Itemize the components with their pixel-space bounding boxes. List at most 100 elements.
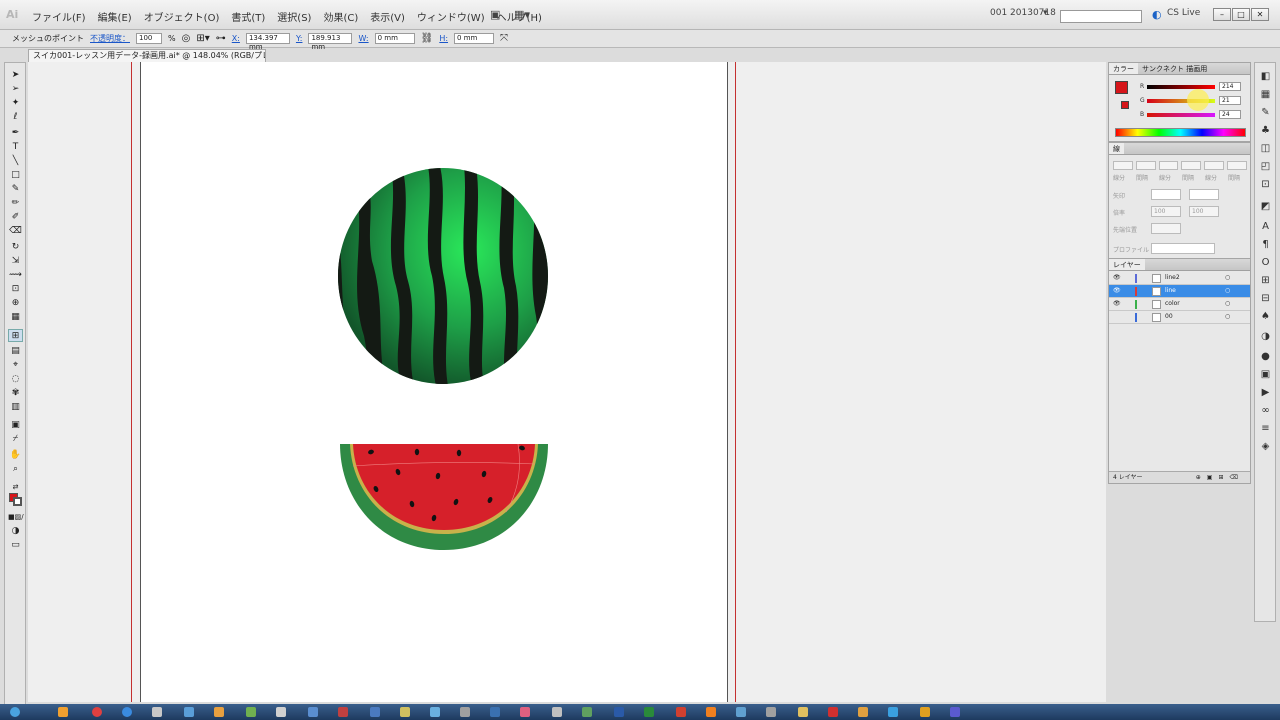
taskbar-app-icon[interactable]	[490, 707, 500, 717]
channel-b-slider[interactable]	[1147, 113, 1215, 117]
taskbar-app-icon[interactable]	[798, 707, 808, 717]
watermelon-slice[interactable]	[336, 442, 552, 554]
taskbar-app-icon[interactable]	[520, 707, 530, 717]
paragraph-icon[interactable]: ¶	[1258, 237, 1273, 252]
swatches-icon[interactable]: ▦	[1258, 87, 1273, 102]
graphic-styles-icon[interactable]: ◫	[1258, 141, 1273, 156]
width-tool-icon[interactable]: ⟿	[8, 269, 23, 282]
layer-row[interactable]: 👁 line ○	[1109, 285, 1250, 298]
screen-mode-icon[interactable]: ▭	[8, 539, 23, 552]
taskbar-ie-icon[interactable]	[122, 707, 132, 717]
transform-panel-icon[interactable]: ⊡	[1258, 177, 1273, 192]
scale-tool-icon[interactable]: ⇲	[8, 255, 23, 268]
start-button-icon[interactable]	[10, 707, 20, 717]
actions-icon[interactable]: ▶	[1258, 385, 1273, 400]
taskbar-acrobat-icon[interactable]	[828, 707, 838, 717]
layer-row[interactable]: 👁 line2 ○	[1109, 272, 1250, 285]
paintbrush-tool-icon[interactable]: ✎	[8, 183, 23, 196]
taskbar-folder-icon[interactable]	[58, 707, 68, 717]
taskbar-illustrator-icon[interactable]	[706, 707, 716, 717]
channel-r-input[interactable]: 214	[1219, 82, 1241, 91]
layer-row[interactable]: 👁 00 ○	[1109, 311, 1250, 324]
align-panel-icon[interactable]: ⊞	[1258, 273, 1273, 288]
minimize-button[interactable]: –	[1213, 8, 1231, 21]
link-proportions-icon[interactable]: ⛓	[421, 33, 434, 44]
taskbar-app-icon[interactable]	[736, 707, 746, 717]
target-circle-icon[interactable]: ○	[1225, 311, 1230, 323]
artboards-icon[interactable]: ▣	[1258, 367, 1273, 382]
workspace-chevron-icon[interactable]: ▾	[1043, 8, 1048, 18]
tab-stroke[interactable]: 線	[1109, 143, 1124, 154]
character-icon[interactable]: A	[1258, 219, 1273, 234]
arrange-docs-icon[interactable]: ▦▾	[514, 8, 530, 21]
profile-select[interactable]	[1151, 243, 1215, 254]
free-transform-tool-icon[interactable]: ⊡	[8, 283, 23, 296]
cslive-button[interactable]: CS Live	[1167, 8, 1200, 18]
color-guide-icon[interactable]: ◧	[1258, 69, 1273, 84]
taskbar-app-icon[interactable]	[950, 707, 960, 717]
stroke-swatch[interactable]	[1121, 101, 1129, 109]
menu-window[interactable]: ウィンドウ(W)	[417, 9, 485, 24]
gap-field-2[interactable]	[1181, 161, 1202, 170]
taskbar-app-icon[interactable]	[246, 707, 256, 717]
taskbar-app-icon[interactable]	[400, 707, 410, 717]
opacity-link[interactable]: 不透明度：	[90, 33, 130, 44]
dash-field-3[interactable]	[1204, 161, 1225, 170]
draw-mode-icon[interactable]: ◑	[8, 525, 23, 538]
channel-g-input[interactable]: 21	[1219, 96, 1241, 105]
blob-brush-tool-icon[interactable]: ✐	[8, 211, 23, 224]
menu-effect[interactable]: 効果(C)	[323, 9, 358, 24]
artboard-tool-icon[interactable]: ▣	[8, 419, 23, 432]
appearance-icon[interactable]: ◰	[1258, 159, 1273, 174]
arrow-start-select[interactable]	[1151, 189, 1181, 200]
shape-builder-tool-icon[interactable]: ⊕	[8, 297, 23, 310]
h-label[interactable]: H:	[439, 34, 448, 43]
document-tab[interactable]: スイカ001-レッスン用データ-録画用.ai* @ 148.04% (RGB/プ…	[28, 49, 266, 62]
dash-field-2[interactable]	[1158, 161, 1179, 170]
taskbar-app-icon[interactable]	[338, 707, 348, 717]
y-label[interactable]: Y:	[296, 34, 303, 43]
pathfinder-icon[interactable]: ⊟	[1258, 291, 1273, 306]
perspective-grid-tool-icon[interactable]: ▦	[8, 311, 23, 324]
blend-tool-icon[interactable]: ◌	[8, 373, 23, 386]
close-button[interactable]: ✕	[1251, 8, 1269, 21]
visibility-eye-icon[interactable]: 👁	[1113, 272, 1121, 284]
taskbar-app-icon[interactable]	[460, 707, 470, 717]
canvas-area[interactable]	[28, 62, 1106, 702]
menu-edit[interactable]: 編集(E)	[98, 9, 132, 24]
visibility-eye-icon[interactable]: 👁	[1113, 298, 1121, 310]
line-tool-icon[interactable]: ╲	[8, 155, 23, 168]
taskbar-app-icon[interactable]	[276, 707, 286, 717]
align-icon[interactable]: ⊞▾	[196, 33, 209, 44]
arrow-end-select[interactable]	[1189, 189, 1219, 200]
opentype-icon[interactable]: O	[1258, 255, 1273, 270]
w-input[interactable]: 0 mm	[374, 33, 415, 44]
gradient-tool-icon[interactable]: ▤	[8, 345, 23, 358]
color-mode-icon[interactable]: ■▨/	[8, 511, 24, 524]
taskbar-word-icon[interactable]	[614, 707, 624, 717]
reference-point-icon[interactable]: ⊶	[216, 33, 226, 44]
menu-select[interactable]: 選択(S)	[277, 9, 311, 24]
direct-selection-tool-icon[interactable]: ➢	[8, 83, 23, 96]
tab-layers[interactable]: レイヤー	[1109, 259, 1145, 270]
gap-field[interactable]	[1135, 161, 1156, 170]
lasso-tool-icon[interactable]: ℓ	[8, 111, 23, 124]
target-circle-icon[interactable]: ○	[1225, 272, 1230, 284]
fill-swatch[interactable]	[1115, 81, 1128, 94]
eraser-tool-icon[interactable]: ⌫	[8, 225, 23, 238]
taskbar-browser-icon[interactable]	[92, 707, 102, 717]
layers-footer-icons[interactable]: ⊕▣⊞⌫	[1196, 472, 1244, 483]
target-circle-icon[interactable]: ○	[1225, 285, 1230, 297]
channel-b-input[interactable]: 24	[1219, 110, 1241, 119]
magic-wand-tool-icon[interactable]: ✦	[8, 97, 23, 110]
eyedropper-tool-icon[interactable]: ⌖	[8, 359, 23, 372]
slice-tool-icon[interactable]: ⌿	[8, 433, 23, 446]
visibility-eye-icon[interactable]: 👁	[1113, 285, 1121, 297]
column-graph-tool-icon[interactable]: ▥	[8, 401, 23, 414]
info-icon[interactable]: ●	[1258, 349, 1273, 364]
taskbar-app-icon[interactable]	[370, 707, 380, 717]
links-icon[interactable]: ∞	[1258, 403, 1273, 418]
symbol-sprayer-tool-icon[interactable]: ✾	[8, 387, 23, 400]
symbols-icon[interactable]: ♣	[1258, 123, 1273, 138]
taskbar-skype-icon[interactable]	[888, 707, 898, 717]
